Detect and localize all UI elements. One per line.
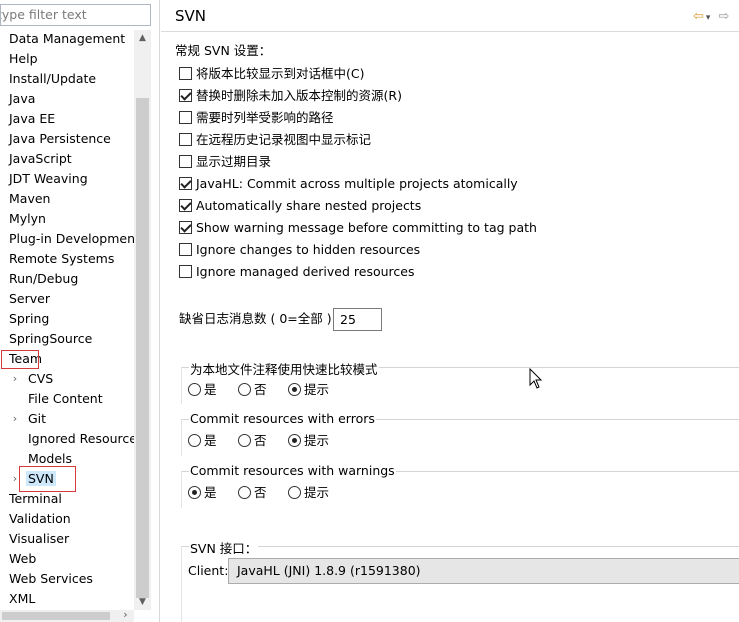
tree-item-server[interactable]: Server (9, 290, 50, 308)
group-title: Commit resources with errors (189, 411, 376, 426)
tree-item-javascript[interactable]: JavaScript (9, 150, 72, 168)
tree-item-help[interactable]: Help (9, 50, 38, 68)
forward-arrow-icon[interactable]: ⇨ (718, 9, 729, 24)
radio-prompt[interactable]: 提示 (288, 382, 329, 398)
tree-vertical-scrollbar[interactable]: ▲ ▼ (134, 30, 151, 610)
client-select[interactable]: JavaHL (JNI) 1.8.9 (r1591380) (228, 558, 739, 584)
radio-yes[interactable]: 是 (188, 382, 217, 398)
checkbox-box[interactable] (179, 243, 192, 256)
mouse-cursor-icon (529, 368, 543, 389)
history-navigation: ⇦ ▾ ⇨ (693, 9, 729, 24)
filter-input[interactable]: type filter text (0, 4, 151, 26)
team-highlight-box (1, 350, 39, 369)
chevron-down-icon[interactable]: ▾ (706, 13, 711, 23)
tree-item-run-debug[interactable]: Run/Debug (9, 270, 78, 288)
group-title: Commit resources with warnings (189, 463, 396, 478)
tree-item-file-content[interactable]: File Content (28, 390, 103, 408)
tree-item-visualiser[interactable]: Visualiser (9, 530, 69, 548)
page-title: SVN (175, 7, 207, 25)
checkbox-box[interactable] (179, 221, 192, 234)
tree-item-maven[interactable]: Maven (9, 190, 50, 208)
log-message-count-input[interactable]: 25 (333, 308, 382, 331)
log-message-count-label: 缺省日志消息数 ( 0=全部 ) (179, 311, 332, 326)
tree-item-validation[interactable]: Validation (9, 510, 71, 528)
chevron-right-icon[interactable]: › (10, 370, 20, 388)
commit-with-errors-group: Commit resources with errors 是 否 提示 (181, 411, 739, 456)
group-title: SVN 接口： (189, 538, 259, 557)
tree-item-web[interactable]: Web (9, 550, 36, 568)
general-settings-label: 常规 SVN 设置： (175, 43, 272, 58)
scroll-right-icon[interactable]: › (117, 607, 134, 622)
page-header: SVN ⇦ ▾ ⇨ (161, 0, 739, 32)
tree-item-plug-in-development[interactable]: Plug-in Development (9, 230, 140, 248)
tree-item-java[interactable]: Java (9, 90, 35, 108)
tree-item-cvs[interactable]: › CVS (10, 370, 53, 388)
svn-preferences-page: SVN ⇦ ▾ ⇨ 常规 SVN 设置： 将版本比较显示到对话框中(C) 替换时删除… (161, 0, 739, 622)
tree-item-jdt-weaving[interactable]: JDT Weaving (9, 170, 88, 188)
tree-item-ignored-resources[interactable]: Ignored Resources (28, 430, 144, 448)
tree-item-install-update[interactable]: Install/Update (9, 70, 96, 88)
checkbox-share-nested-projects[interactable]: Automatically share nested projects (179, 198, 421, 216)
client-label: Client: (188, 563, 229, 578)
checkbox-box[interactable] (179, 265, 192, 278)
preferences-tree-panel: type filter text Data Management Help In… (0, 0, 160, 622)
radio-yes[interactable]: 是 (188, 433, 217, 449)
checkbox-box[interactable] (179, 89, 192, 102)
tree-item-mylyn[interactable]: Mylyn (9, 210, 46, 228)
scroll-up-icon[interactable]: ▲ (134, 30, 151, 46)
radio-no[interactable]: 否 (238, 485, 267, 501)
tree-horizontal-scrollbar[interactable]: › (0, 607, 134, 622)
checkbox-show-compare-in-dialog[interactable]: 将版本比较显示到对话框中(C) (179, 66, 364, 84)
checkbox-box[interactable] (179, 67, 192, 80)
tree-item-java-ee[interactable]: Java EE (9, 110, 55, 128)
checkbox-ignore-hidden-resources[interactable]: Ignore changes to hidden resources (179, 242, 420, 260)
tree-item-data-management[interactable]: Data Management (9, 30, 125, 48)
checkbox-show-outgoing-folders[interactable]: 显示过期目录 (179, 154, 271, 172)
radio-no[interactable]: 否 (238, 433, 267, 449)
group-title: 为本地文件注释使用快速比较模式 (189, 359, 379, 378)
checkbox-show-tags-in-history[interactable]: 在远程历史记录视图中显示标记 (179, 132, 371, 150)
chevron-right-icon[interactable]: › (10, 410, 20, 428)
radio-yes[interactable]: 是 (188, 485, 217, 501)
radio-no[interactable]: 否 (238, 382, 267, 398)
checkbox-warn-commit-tag-path[interactable]: Show warning message before committing t… (179, 220, 537, 238)
svn-highlight-box (19, 466, 76, 492)
scroll-down-icon[interactable]: ▼ (134, 594, 151, 610)
back-arrow-icon[interactable]: ⇦ (693, 9, 704, 24)
checkbox-javahl-atomic-commit[interactable]: JavaHL: Commit across multiple projects … (179, 176, 518, 194)
tree-item-xml[interactable]: XML (9, 590, 35, 608)
tree-item-java-persistence[interactable]: Java Persistence (9, 130, 111, 148)
scrollbar-thumb[interactable] (2, 612, 110, 620)
checkbox-ignore-derived-resources[interactable]: Ignore managed derived resources (179, 264, 414, 282)
scrollbar-thumb[interactable] (136, 98, 149, 598)
checkbox-delete-unversioned-on-replace[interactable]: 替换时删除未加入版本控制的资源(R) (179, 88, 402, 106)
radio-prompt[interactable]: 提示 (288, 433, 329, 449)
radio-prompt[interactable]: 提示 (288, 485, 329, 501)
checkbox-box[interactable] (179, 199, 192, 212)
filter-placeholder: type filter text (0, 7, 87, 22)
tree-item-remote-systems[interactable]: Remote Systems (9, 250, 114, 268)
checkbox-box[interactable] (179, 177, 192, 190)
tree-item-terminal[interactable]: Terminal (9, 490, 62, 508)
tree-item-springsource[interactable]: SpringSource (9, 330, 92, 348)
tree-item-web-services[interactable]: Web Services (9, 570, 93, 588)
annotate-quick-diff-group: 为本地文件注释使用快速比较模式 是 否 提示 (181, 359, 739, 404)
commit-with-warnings-group: Commit resources with warnings 是 否 提示 (181, 463, 739, 508)
tree-item-git[interactable]: › Git (10, 410, 46, 428)
checkbox-box[interactable] (179, 155, 192, 168)
tree-item-spring[interactable]: Spring (9, 310, 49, 328)
checkbox-list-affected-paths[interactable]: 需要时列举受影响的路径 (179, 110, 334, 128)
checkbox-box[interactable] (179, 133, 192, 146)
checkbox-box[interactable] (179, 111, 192, 124)
